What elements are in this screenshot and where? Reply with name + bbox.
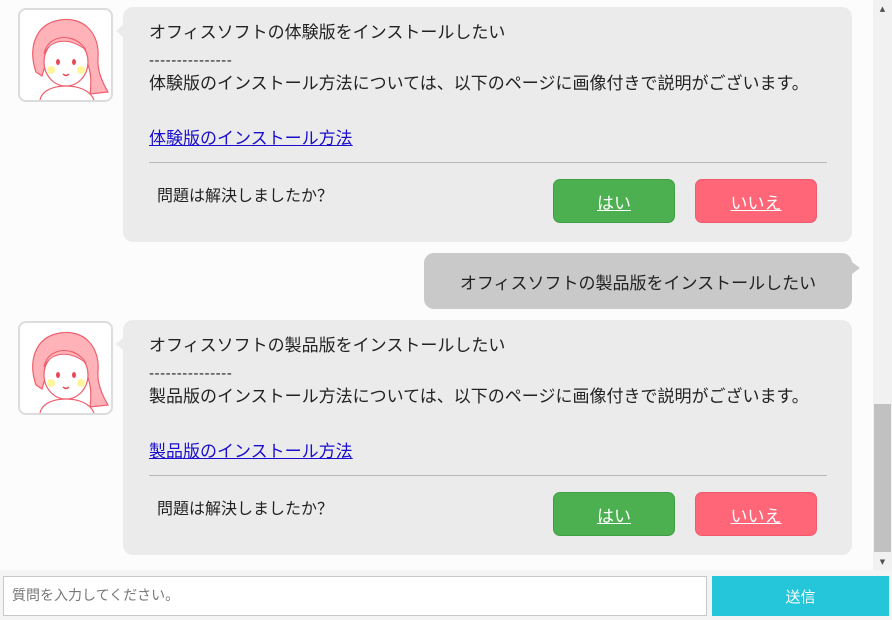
yes-button[interactable]: はい xyxy=(553,492,675,536)
divider xyxy=(149,475,827,476)
no-button[interactable]: いいえ xyxy=(695,492,817,536)
yes-button[interactable]: はい xyxy=(553,179,675,223)
question-input[interactable] xyxy=(3,576,707,616)
separator-text: --------------- xyxy=(149,366,233,382)
bot-avatar-icon xyxy=(18,8,113,102)
divider xyxy=(149,162,827,163)
answer-text: 製品版のインストール方法については、以下のページに画像付きで説明がございます。 xyxy=(149,387,809,407)
scrollbar-thumb[interactable] xyxy=(874,404,891,552)
no-button[interactable]: いいえ xyxy=(695,179,817,223)
feedback-prompt: 問題は解決しましたか？ xyxy=(157,499,334,518)
triangle-down-icon[interactable]: ▼ xyxy=(873,553,892,570)
triangle-up-icon[interactable]: ▲ xyxy=(873,0,892,17)
answer-link[interactable]: 体験版のインストール方法 xyxy=(149,126,353,152)
answer-text: 体験版のインストール方法については、以下のページに画像付きで説明がございます。 xyxy=(149,74,809,94)
question-title: オフィスソフトの製品版をインストールしたい xyxy=(149,336,506,356)
answer-link[interactable]: 製品版のインストール方法 xyxy=(149,439,353,465)
chat-log: オフィスソフトの体験版をインストールしたい --------------- 体験… xyxy=(0,0,873,570)
user-message-text: オフィスソフトの製品版をインストールしたい xyxy=(459,273,817,294)
feedback-prompt: 問題は解決しましたか？ xyxy=(157,186,334,205)
send-button[interactable]: 送信 xyxy=(712,576,889,616)
user-message: オフィスソフトの製品版をインストールしたい xyxy=(424,253,860,309)
bot-avatar-icon xyxy=(18,321,113,415)
question-title: オフィスソフトの体験版をインストールしたい xyxy=(149,23,506,43)
separator-text: --------------- xyxy=(149,53,233,69)
bot-bubble: オフィスソフトの体験版をインストールしたい --------------- 体験… xyxy=(116,7,852,242)
bot-bubble: オフィスソフトの製品版をインストールしたい --------------- 製品… xyxy=(116,320,852,555)
